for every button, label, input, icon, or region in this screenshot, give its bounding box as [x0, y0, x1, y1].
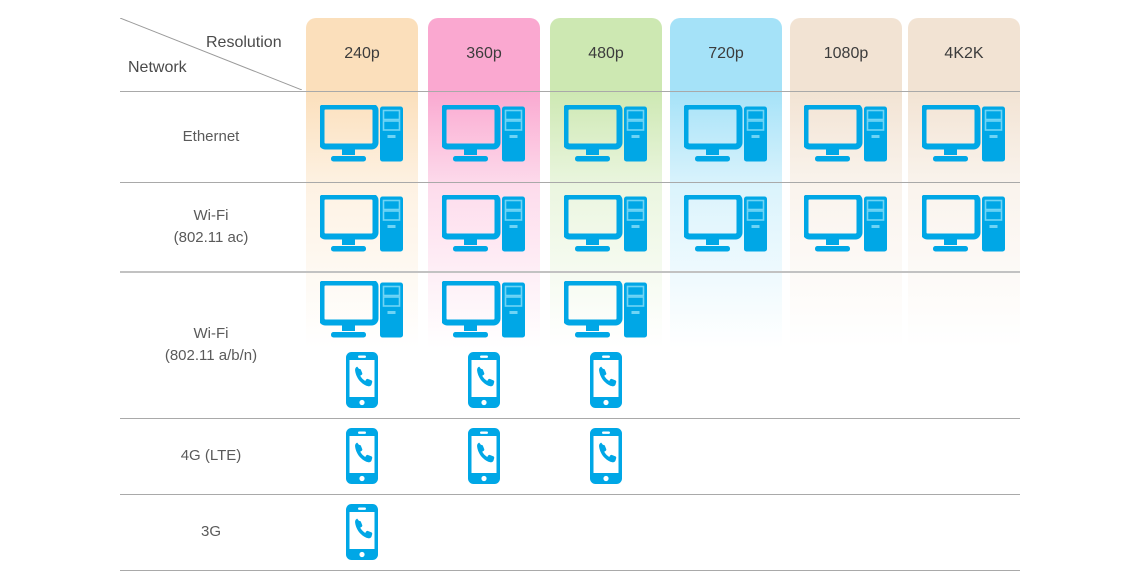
device-stack [922, 194, 1006, 259]
desktop-computer-icon [442, 280, 525, 337]
mobile-phone-icon [468, 351, 500, 408]
desktop-computer-icon [564, 194, 647, 251]
device-stack [442, 104, 526, 169]
device-stack [564, 280, 648, 409]
device-stack [345, 503, 379, 561]
matrix-cell[interactable] [306, 494, 418, 570]
matrix-cell[interactable] [428, 91, 540, 182]
mobile-phone-icon [590, 428, 622, 484]
column-header-240p[interactable]: 240p [306, 18, 418, 90]
row-label-2[interactable]: Wi-Fi (802.11 a/b/n) [120, 271, 302, 418]
desktop-computer-icon [922, 104, 1005, 161]
device-stack [564, 104, 648, 169]
matrix-cell[interactable] [550, 418, 662, 494]
desktop-computer-icon [684, 194, 767, 251]
matrix-cell[interactable] [306, 182, 418, 271]
device-stack [320, 280, 404, 409]
matrix-corner-header: Resolution Network [120, 18, 302, 90]
device-stack [442, 194, 526, 259]
device-stack [684, 104, 768, 169]
matrix-cell[interactable] [908, 91, 1020, 182]
matrix-cell[interactable] [670, 91, 782, 182]
row-divider [120, 570, 1020, 571]
row-label-line1: 4G (LTE) [180, 447, 242, 465]
matrix-cell[interactable] [306, 91, 418, 182]
row-label-3[interactable]: 4G (LTE) [120, 418, 302, 494]
column-header-480p[interactable]: 480p [550, 18, 662, 90]
desktop-computer-icon [684, 104, 767, 161]
device-stack [564, 194, 648, 259]
row-label-line2: (802.11 ac) [173, 228, 249, 246]
desktop-computer-icon [804, 194, 887, 251]
row-divider [120, 418, 1020, 419]
matrix-cell[interactable] [306, 418, 418, 494]
device-stack [804, 104, 888, 169]
compatibility-matrix: Resolution Network 240p 360p 480p 720p 1080p 4K… [0, 0, 1140, 587]
device-stack [345, 427, 379, 485]
matrix-cell[interactable] [550, 182, 662, 271]
matrix-cell[interactable] [670, 182, 782, 271]
row-divider [120, 271, 1020, 273]
column-header-4k2k[interactable]: 4K2K [908, 18, 1020, 90]
mobile-phone-icon [346, 428, 378, 484]
desktop-computer-icon [804, 104, 887, 161]
device-stack [320, 104, 404, 169]
device-stack [589, 427, 623, 485]
column-header-360p[interactable]: 360p [428, 18, 540, 90]
desktop-computer-icon [442, 104, 525, 161]
matrix-cell[interactable] [908, 182, 1020, 271]
device-stack [922, 104, 1006, 169]
column-header-720p[interactable]: 720p [670, 18, 782, 90]
row-label-0[interactable]: Ethernet [120, 91, 302, 182]
mobile-phone-icon [468, 428, 500, 484]
column-header-label: 240p [344, 45, 380, 62]
desktop-computer-icon [922, 194, 1005, 251]
matrix-cell[interactable] [428, 182, 540, 271]
matrix-cell[interactable] [306, 271, 418, 418]
mobile-phone-icon [346, 351, 378, 408]
matrix-cell[interactable] [550, 91, 662, 182]
device-stack [442, 280, 526, 409]
network-axis-label: Network [128, 59, 187, 76]
row-label-line1: Wi-Fi [193, 324, 229, 342]
desktop-computer-icon [442, 194, 525, 251]
mobile-phone-icon [346, 504, 378, 560]
device-stack [467, 427, 501, 485]
column-header-label: 4K2K [944, 45, 984, 62]
desktop-computer-icon [320, 194, 403, 251]
row-divider [120, 494, 1020, 495]
desktop-computer-icon [320, 280, 403, 337]
matrix-cell[interactable] [790, 182, 902, 271]
row-divider [120, 182, 1020, 183]
row-label-line1: Wi-Fi [193, 206, 229, 224]
mobile-phone-icon [590, 351, 622, 408]
column-header-label: 1080p [823, 45, 869, 62]
row-label-line1: Ethernet [182, 127, 240, 145]
row-label-4[interactable]: 3G [120, 494, 302, 570]
matrix-cell[interactable] [428, 418, 540, 494]
resolution-axis-label: Resolution [206, 34, 282, 51]
row-divider [120, 91, 1020, 92]
desktop-computer-icon [320, 104, 403, 161]
desktop-computer-icon [564, 280, 647, 337]
row-label-line1: 3G [200, 523, 221, 541]
desktop-computer-icon [564, 104, 647, 161]
matrix-cell[interactable] [428, 271, 540, 418]
device-stack [684, 194, 768, 259]
device-stack [804, 194, 888, 259]
row-label-line2: (802.11 a/b/n) [164, 346, 258, 364]
column-header-label: 360p [466, 45, 502, 62]
column-header-label: 720p [708, 45, 744, 62]
row-label-1[interactable]: Wi-Fi (802.11 ac) [120, 182, 302, 271]
device-stack [320, 194, 404, 259]
column-header-1080p[interactable]: 1080p [790, 18, 902, 90]
column-header-label: 480p [588, 45, 624, 62]
diagonal-divider-icon [120, 18, 302, 90]
matrix-cell[interactable] [790, 91, 902, 182]
matrix-cell[interactable] [550, 271, 662, 418]
